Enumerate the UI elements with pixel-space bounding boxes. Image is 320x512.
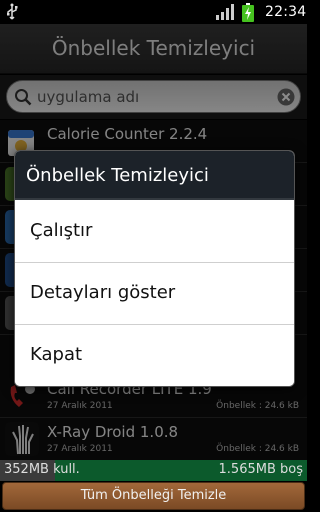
title-bar: Önbellek Temizleyici (0, 24, 307, 74)
dialog-title: Önbellek Temizleyici (26, 165, 209, 186)
context-dialog: Önbellek Temizleyici Çalıştır Detayları … (14, 150, 295, 387)
dialog-item-run[interactable]: Çalıştır (15, 201, 294, 263)
usb-icon (7, 3, 18, 20)
clock: 22:34 (265, 4, 307, 20)
dialog-item-label: Kapat (30, 344, 83, 365)
clear-search-icon[interactable] (277, 88, 295, 106)
dialog-item-show-details[interactable]: Detayları göster (15, 263, 294, 325)
storage-bar: 352MB kull. 1.565MB boş (0, 460, 307, 481)
battery-charging-icon (242, 3, 254, 22)
storage-used: 352MB kull. (4, 462, 80, 477)
status-bar: 22:34 (0, 0, 307, 24)
signal-icon (216, 4, 234, 20)
page-title: Önbellek Temizleyici (51, 36, 256, 60)
dialog-title-bar: Önbellek Temizleyici (15, 151, 294, 200)
dialog-item-label: Çalıştır (30, 220, 93, 241)
storage-free: 1.565MB boş (218, 462, 303, 477)
search-box[interactable] (6, 80, 301, 113)
search-icon (15, 89, 32, 106)
dialog-item-label: Detayları göster (30, 282, 176, 303)
search-input[interactable] (37, 85, 267, 109)
list-item[interactable]: X-Ray Droid 1.0.8 27 Aralık 2011 Önbelle… (0, 418, 307, 460)
search-bar (0, 75, 307, 119)
dialog-item-close[interactable]: Kapat (15, 325, 294, 386)
xray-hand-icon (5, 422, 39, 456)
clear-all-cache-button[interactable]: Tüm Önbelleği Temizle (2, 482, 305, 510)
